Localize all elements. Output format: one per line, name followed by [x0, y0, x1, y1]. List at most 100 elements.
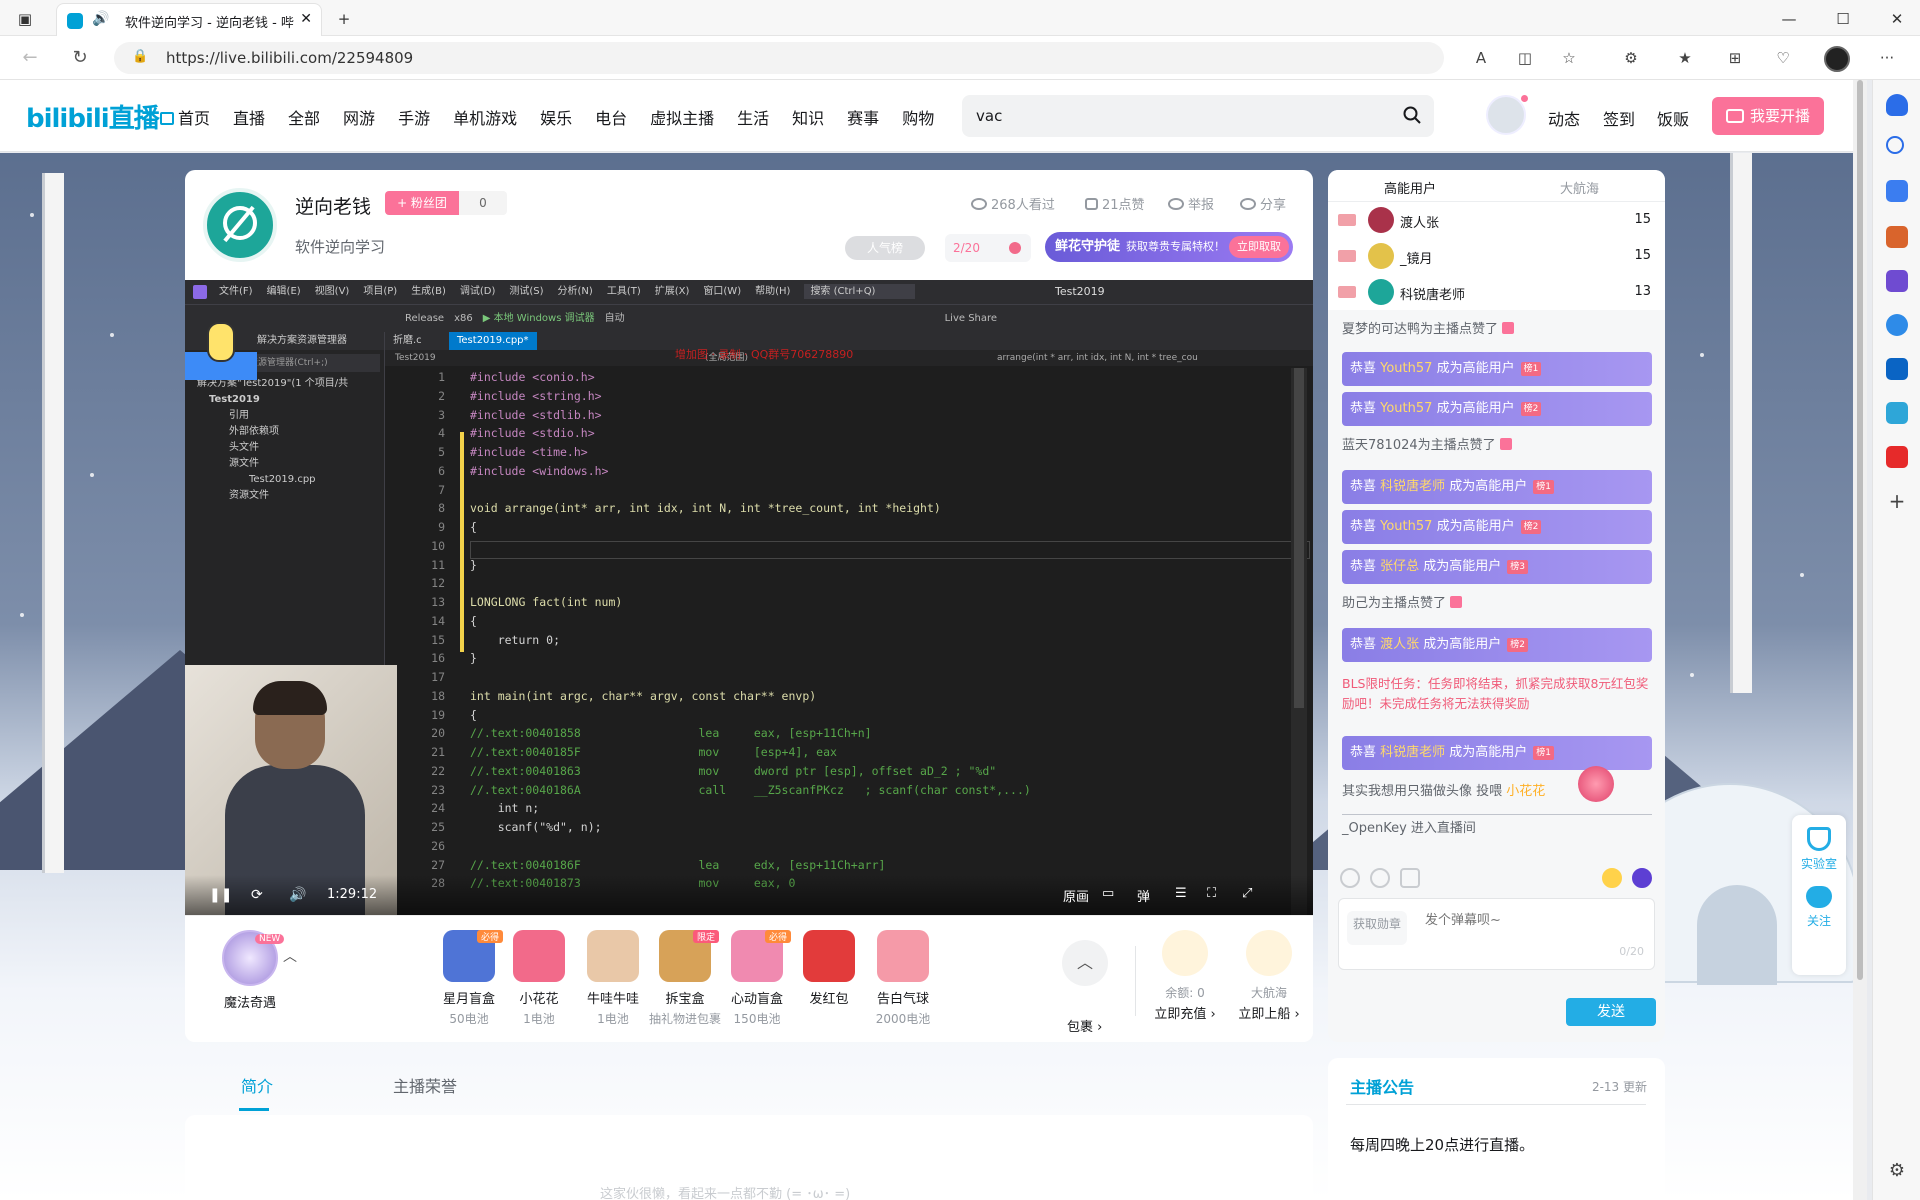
- tab-honor[interactable]: 主播荣誉: [393, 1073, 457, 1097]
- guard-get-button[interactable]: 立即取取: [1229, 236, 1289, 258]
- popularity-rank-button[interactable]: 人气榜: [845, 236, 925, 260]
- nav-item-life[interactable]: 生活: [737, 105, 769, 129]
- fan-link[interactable]: 饭贩: [1657, 106, 1689, 130]
- split-screen-icon[interactable]: ◫: [1514, 47, 1536, 69]
- window-close-button[interactable]: ✕: [1886, 8, 1908, 30]
- rank-item[interactable]: 科锐唐老师 13: [1328, 274, 1665, 310]
- lab-button[interactable]: 实验室: [1792, 827, 1846, 872]
- voyage-board[interactable]: 大航海 立即上船 ›: [1229, 930, 1309, 1022]
- share-button[interactable]: 分享: [1240, 194, 1286, 213]
- shopping-tag-icon[interactable]: [1886, 180, 1908, 202]
- checkin-link[interactable]: 签到: [1603, 106, 1635, 130]
- url-field[interactable]: 🔒 https://live.bilibili.com/22594809: [114, 42, 1444, 74]
- danmaku-settings-icon[interactable]: ☰: [1175, 886, 1187, 901]
- sparkle-icon[interactable]: [1370, 868, 1390, 888]
- browser-tab-active[interactable]: 🔊 软件逆向学习 - 逆向老钱 - 哔 ✕: [56, 3, 322, 36]
- pause-icon[interactable]: ❚❚: [209, 887, 232, 903]
- speaker-icon[interactable]: 🔊: [92, 11, 109, 27]
- nav-item-matches[interactable]: 赛事: [847, 105, 879, 129]
- nav-item-home[interactable]: 首页: [160, 105, 210, 129]
- room-area-label[interactable]: 软件逆向学习: [295, 236, 385, 257]
- volume-icon[interactable]: 🔊: [289, 887, 306, 903]
- extensions-icon[interactable]: ⚙: [1620, 47, 1642, 69]
- vip-emoji-icon[interactable]: [1632, 868, 1652, 888]
- nav-item-shopping[interactable]: 购物: [902, 105, 934, 129]
- gift-item[interactable]: 告白气球 2000电池: [861, 930, 945, 1027]
- fan-club-button[interactable]: + 粉丝团: [385, 191, 459, 215]
- collections-icon[interactable]: ⊞: [1724, 47, 1746, 69]
- refresh-stream-icon[interactable]: ⟳: [251, 887, 263, 903]
- streamer-name[interactable]: 逆向老钱: [295, 192, 371, 219]
- new-tab-button[interactable]: +: [333, 8, 355, 30]
- add-sidebar-icon[interactable]: +: [1886, 490, 1908, 512]
- nav-item-radio[interactable]: 电台: [595, 105, 627, 129]
- settings-icon[interactable]: ⚙: [1886, 1160, 1908, 1182]
- search-input[interactable]: [976, 103, 1376, 129]
- tab-close-icon[interactable]: ✕: [300, 11, 312, 27]
- tab-voyage[interactable]: 大航海: [1560, 178, 1599, 197]
- package-expand-button[interactable]: ︿: [1062, 940, 1108, 986]
- likes-stat[interactable]: 21点赞: [1085, 194, 1145, 213]
- bilibili-live-logo[interactable]: bilibili直播: [26, 98, 160, 135]
- quality-button[interactable]: 原画: [1063, 886, 1089, 905]
- tab-intro[interactable]: 简介: [241, 1073, 273, 1097]
- search-sidebar-icon[interactable]: [1886, 136, 1904, 154]
- games-icon[interactable]: [1886, 270, 1908, 292]
- webfullscreen-icon[interactable]: ⛶: [1207, 886, 1216, 901]
- gift-item[interactable]: 小花花 1电池: [497, 930, 581, 1027]
- style-icon[interactable]: [1400, 868, 1420, 888]
- user-avatar[interactable]: [1486, 95, 1528, 135]
- nav-item-all[interactable]: 全部: [288, 105, 320, 129]
- emoji-icon[interactable]: [1602, 868, 1622, 888]
- magic-adventure[interactable]: NEW 魔法奇遇: [205, 930, 295, 1020]
- tab-high-energy[interactable]: 高能用户: [1384, 178, 1436, 197]
- nav-item-live[interactable]: 直播: [233, 105, 265, 129]
- read-aloud-icon[interactable]: A: [1470, 47, 1492, 69]
- palette-icon[interactable]: [1340, 868, 1360, 888]
- nav-item-vtuber[interactable]: 虚拟主播: [650, 105, 714, 129]
- drop-icon[interactable]: [1886, 402, 1908, 424]
- video-player[interactable]: 文件(F) 编辑(E) 视图(V) 项目(P) 生成(B) 调试(D) 测试(S) 分析(N)…: [185, 280, 1313, 915]
- send-button[interactable]: 发送: [1566, 998, 1656, 1026]
- rank-position-badge[interactable]: 2/20: [945, 234, 1031, 262]
- search-icon[interactable]: [1402, 105, 1422, 125]
- dynamic-link[interactable]: 动态: [1548, 106, 1580, 130]
- fullscreen-icon[interactable]: ⤢: [1242, 886, 1252, 901]
- pip-icon[interactable]: ▭: [1102, 886, 1114, 901]
- performance-icon[interactable]: ♡: [1772, 47, 1794, 69]
- wallet-recharge[interactable]: 余额: 0 立即充值 ›: [1145, 930, 1225, 1022]
- refresh-icon[interactable]: ↻: [68, 46, 92, 70]
- gift-item[interactable]: 发红包: [787, 930, 871, 1010]
- danmaku-toggle[interactable]: 弹: [1137, 886, 1150, 905]
- rank-item[interactable]: 渡人张 15: [1328, 202, 1665, 238]
- toolbox-icon[interactable]: [1886, 226, 1908, 248]
- rank-item[interactable]: _镜月 15: [1328, 238, 1665, 274]
- favorites-icon[interactable]: ★: [1674, 47, 1696, 69]
- nav-item-online-games[interactable]: 网游: [343, 105, 375, 129]
- window-minimize-button[interactable]: —: [1778, 8, 1800, 30]
- get-medal-button[interactable]: 获取勋章: [1347, 911, 1407, 945]
- expand-up-icon[interactable]: ︿: [283, 946, 297, 966]
- nav-item-single-games[interactable]: 单机游戏: [453, 105, 517, 129]
- nav-item-mobile-games[interactable]: 手游: [398, 105, 430, 129]
- page-scrollbar[interactable]: [1853, 80, 1867, 1200]
- guard-banner[interactable]: 鲜花守护徒 获取尊贵专属特权！ 立即取取: [1045, 232, 1293, 262]
- favorite-star-icon[interactable]: ☆: [1558, 47, 1580, 69]
- back-icon[interactable]: ←: [18, 46, 42, 70]
- more-menu-icon[interactable]: ···: [1876, 47, 1898, 69]
- go-live-button[interactable]: 我要开播: [1712, 97, 1824, 135]
- window-maximize-button[interactable]: ☐: [1832, 8, 1854, 30]
- outlook-icon[interactable]: [1886, 358, 1908, 380]
- streamer-avatar[interactable]: [203, 188, 277, 262]
- tab-actions-icon[interactable]: ▣: [14, 8, 36, 30]
- copilot-icon[interactable]: [1886, 314, 1908, 336]
- danmaku-input[interactable]: [1425, 905, 1645, 935]
- package-link[interactable]: 包裹 ›: [1067, 1016, 1102, 1035]
- profile-avatar[interactable]: [1824, 46, 1850, 72]
- nav-item-entertainment[interactable]: 娱乐: [540, 105, 572, 129]
- follow-button[interactable]: 关注: [1792, 886, 1846, 929]
- youtube-icon[interactable]: [1886, 446, 1908, 468]
- report-button[interactable]: 举报: [1168, 194, 1214, 213]
- nav-item-knowledge[interactable]: 知识: [792, 105, 824, 129]
- notification-icon[interactable]: [1886, 94, 1908, 116]
